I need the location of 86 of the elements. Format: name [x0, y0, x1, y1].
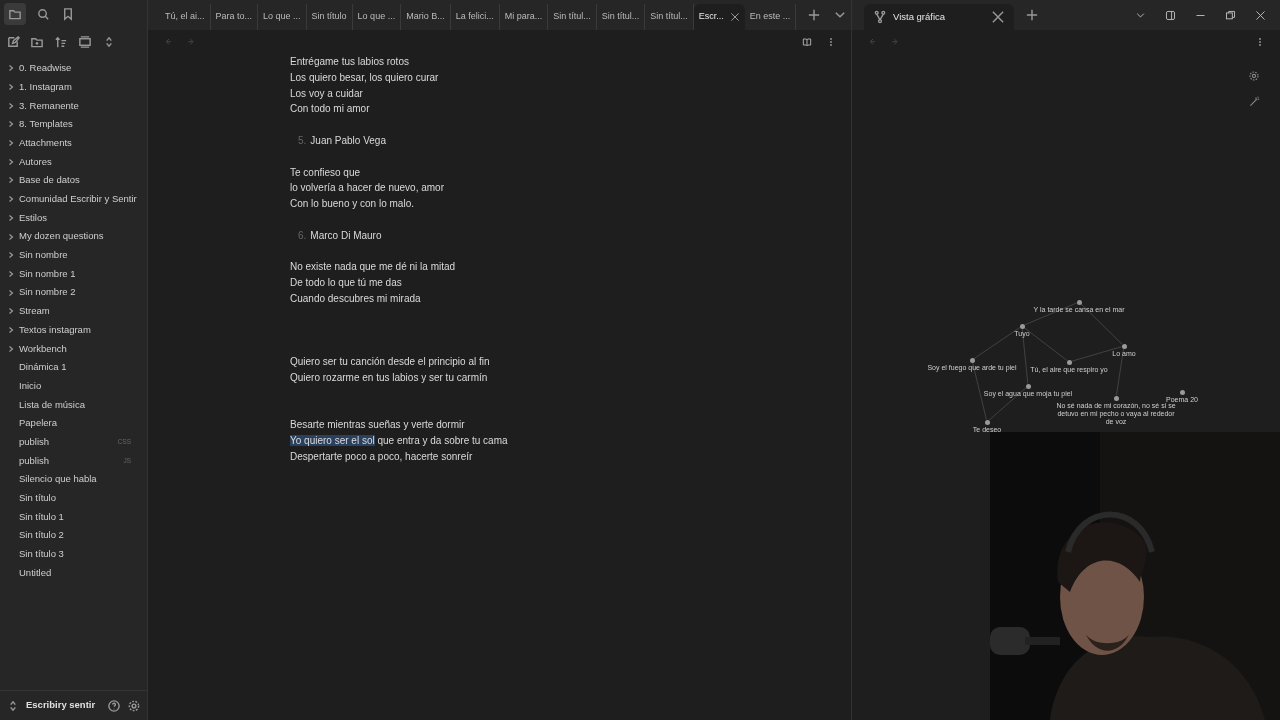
- text-line: Despertarte poco a poco, hacerte sonreír: [290, 449, 474, 464]
- list-number: 6.: [298, 229, 307, 241]
- graph-node[interactable]: [1121, 343, 1127, 349]
- file-item[interactable]: publish: [19, 434, 50, 450]
- tab[interactable]: La felici...: [450, 4, 500, 30]
- tab[interactable]: Mario B...: [401, 4, 451, 30]
- tab[interactable]: Mi para...: [499, 4, 549, 30]
- graph-node[interactable]: [984, 419, 990, 425]
- chevron-icon: [7, 232, 15, 241]
- list-item-text: Marco Di Mauro: [310, 229, 382, 241]
- sort-icon[interactable]: [53, 34, 69, 50]
- graph-node[interactable]: [1066, 359, 1072, 365]
- chevron-icon: [7, 64, 15, 73]
- text-line: Quiero rozarme en tus labios y ser tu carmín: [290, 370, 489, 385]
- folder-item[interactable]: 1. Instagram: [19, 79, 72, 95]
- graph-node[interactable]: [1076, 299, 1082, 305]
- graph-node[interactable]: [1113, 395, 1119, 401]
- file-item[interactable]: Sin título: [19, 491, 56, 506]
- list-item-text: Juan Pablo Vega: [310, 135, 386, 146]
- text-line: Con todo mi amor: [290, 102, 371, 117]
- graph-node[interactable]: [1025, 383, 1031, 389]
- text-line: Quiero ser tu canción desde el principio al fin: [290, 355, 491, 370]
- chevron-icon: [7, 176, 15, 185]
- folder-item[interactable]: Stream: [19, 304, 50, 319]
- chevron-icon: [7, 288, 15, 297]
- folder-item[interactable]: Sin nombre 2: [19, 285, 76, 300]
- text-line: Los quiero besar, los quiero curar: [290, 70, 440, 85]
- tab[interactable]: Lo que ...: [258, 4, 307, 30]
- new-tab-icon[interactable]: [1024, 7, 1040, 23]
- folder-item[interactable]: 8. Templates: [19, 117, 73, 132]
- text-line: Besarte mientras sueñas y verte dormir: [290, 418, 466, 433]
- file-item[interactable]: Sin título 2: [19, 528, 64, 543]
- folder-item[interactable]: My dozen questions: [19, 229, 104, 244]
- text-line: Te confieso que: [290, 165, 362, 180]
- folder-item[interactable]: Attachments: [19, 135, 72, 151]
- vault-name[interactable]: Escribiry sentir: [26, 698, 96, 713]
- file-item[interactable]: Untitled: [19, 565, 52, 581]
- search-icon[interactable]: [35, 6, 51, 22]
- text-line: Entrégame tus labios rotos: [290, 55, 410, 69]
- layout-icon[interactable]: [77, 34, 93, 50]
- chevron-icon: [7, 344, 15, 353]
- folder-item[interactable]: Estilos: [19, 210, 47, 225]
- text-line: No existe nada que me dé ni la mitad: [290, 260, 457, 275]
- help-icon[interactable]: [107, 697, 122, 714]
- file-item[interactable]: Sin título 1: [19, 509, 64, 524]
- tab[interactable]: Sin títul...: [645, 4, 694, 30]
- folder-item[interactable]: Autores: [19, 154, 52, 169]
- folder-item[interactable]: 3. Remanente: [19, 98, 79, 113]
- tab[interactable]: Para to...: [210, 4, 259, 30]
- file-item[interactable]: publish: [19, 453, 50, 468]
- file-item[interactable]: Lista de música: [19, 397, 85, 412]
- text-line: Con lo bueno y con lo malo.: [290, 197, 415, 212]
- folder-item[interactable]: 0. Readwise: [19, 61, 72, 76]
- tab[interactable]: Lo que ...: [352, 4, 402, 30]
- folder-item[interactable]: Base de datos: [19, 173, 80, 188]
- close-icon[interactable]: [990, 9, 1006, 25]
- files-icon[interactable]: [4, 3, 26, 25]
- file-item[interactable]: Papelera: [19, 416, 58, 431]
- folder-item[interactable]: Textos instagram: [19, 322, 91, 338]
- tab[interactable]: Escr...: [693, 4, 745, 30]
- text-line: Los voy a cuidar: [290, 86, 364, 101]
- tab[interactable]: Vista gráfica: [864, 4, 1014, 30]
- folder-item[interactable]: Sin nombre: [19, 248, 68, 263]
- file-item[interactable]: Dinámica 1: [19, 360, 67, 375]
- tab[interactable]: Sin título: [306, 4, 353, 30]
- graph-node[interactable]: [1019, 323, 1025, 329]
- new-note-icon[interactable]: [5, 34, 21, 50]
- file-item[interactable]: Sin título 3: [19, 547, 64, 562]
- folder-item[interactable]: Workbench: [19, 341, 67, 356]
- graph-node[interactable]: [969, 357, 975, 363]
- text-line: Yo quiero ser el sol que entra y da sobre tu cama: [290, 434, 509, 449]
- text-line: lo volvería a hacer de nuevo, amor: [290, 181, 445, 196]
- chevron-icon: [7, 120, 15, 129]
- folder-item[interactable]: Sin nombre 1: [19, 266, 76, 282]
- tab[interactable]: En este ...: [744, 4, 797, 30]
- file-item[interactable]: Inicio: [19, 378, 42, 394]
- folder-item[interactable]: Comunidad Escribir y Sentir: [19, 192, 137, 207]
- text-line: De todo lo que tú me das: [290, 276, 403, 291]
- graph-icon: [872, 9, 888, 25]
- list-number: 5.: [298, 135, 307, 146]
- graph-node[interactable]: [1179, 389, 1185, 395]
- tab[interactable]: Tú, el ai...: [160, 4, 211, 30]
- tab[interactable]: Sin títul...: [548, 4, 597, 30]
- tab[interactable]: Sin títul...: [596, 4, 646, 30]
- text-line: Cuando descubres mi mirada: [290, 291, 422, 306]
- file-item[interactable]: Silencio que habla: [19, 472, 97, 487]
